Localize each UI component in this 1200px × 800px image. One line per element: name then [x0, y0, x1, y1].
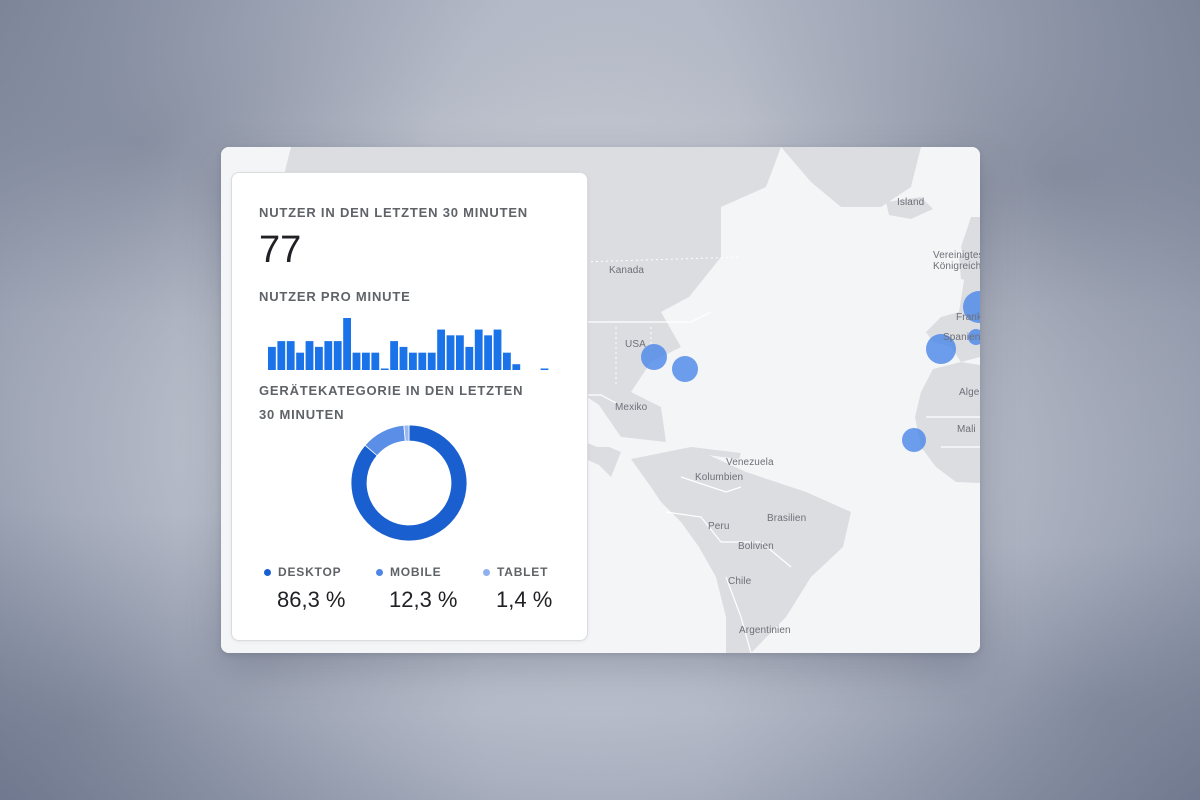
map-label-algeria: Alge [959, 387, 980, 398]
legend-tablet-dot [483, 568, 490, 576]
minute-bar-7[interactable] [324, 341, 333, 370]
users-per-minute-chart[interactable] [268, 318, 550, 370]
map-label-france: Frank [956, 312, 980, 323]
minute-bar-21[interactable] [456, 335, 464, 370]
minute-bar-2[interactable] [277, 341, 286, 370]
minute-bar-4[interactable] [296, 352, 304, 370]
legend-desktop: DESKTOP 86,3 % [264, 565, 346, 613]
device-category-donut[interactable] [349, 423, 469, 543]
minute-bar-18[interactable] [427, 352, 436, 370]
minute-bar-9[interactable] [343, 318, 351, 370]
legend-mobile-value: 12,3 % [389, 587, 458, 612]
minute-bar-10[interactable] [352, 352, 361, 370]
minute-bar-12[interactable] [371, 352, 380, 370]
minute-bar-22[interactable] [465, 346, 474, 370]
map-label-peru: Peru [708, 521, 730, 532]
realtime-widget: Island Vereinigtes Königreich Kanada USA… [221, 147, 980, 653]
realtime-summary-card: NUTZER IN DEN LETZTEN 30 MINUTEN 77 NUTZ… [231, 172, 588, 641]
minute-bar-15[interactable] [399, 346, 408, 370]
legend-mobile-dot [376, 568, 383, 576]
legend-tablet: TABLET 1,4 % [483, 565, 552, 613]
minute-bar-14[interactable] [390, 341, 398, 370]
map-label-mali: Mali [957, 424, 976, 435]
minute-bar-26[interactable] [503, 352, 511, 370]
legend-desktop-dot [264, 568, 271, 576]
minute-bar-25[interactable] [493, 329, 502, 370]
minute-bar-27[interactable] [512, 364, 521, 370]
map-label-island: Island [897, 197, 925, 208]
minute-bar-30[interactable] [540, 368, 549, 371]
minute-bar-1[interactable] [268, 346, 276, 370]
users-per-minute-heading: NUTZER PRO MINUTE [259, 289, 411, 304]
legend-desktop-label: DESKTOP [278, 565, 342, 579]
map-label-usa: USA [625, 339, 646, 350]
legend-desktop-value: 86,3 % [277, 587, 346, 612]
map-label-venezuela: Venezuela [726, 457, 774, 468]
users-30min-heading: NUTZER IN DEN LETZTEN 30 MINUTEN [259, 205, 528, 220]
map-marker-senegal [902, 428, 926, 452]
device-category-heading-1: GERÄTEKATEGORIE IN DEN LETZTEN [259, 383, 524, 398]
legend-mobile-label: MOBILE [390, 565, 442, 579]
minute-bar-16[interactable] [409, 352, 417, 370]
map-label-brazil: Brasilien [767, 513, 807, 524]
map-marker-usa-east [672, 356, 698, 382]
minute-bar-8[interactable] [333, 341, 342, 370]
minute-bar-20[interactable] [446, 335, 455, 370]
map-label-spain: Spanien [943, 332, 980, 343]
minute-bar-3[interactable] [286, 341, 295, 370]
map-label-bolivia: Bolivien [738, 541, 774, 552]
minute-bar-5[interactable] [305, 341, 314, 370]
minute-bar-24[interactable] [484, 335, 492, 370]
minute-bar-6[interactable] [315, 346, 323, 370]
map-label-mexico: Mexiko [615, 402, 648, 413]
users-30min-count: 77 [259, 229, 302, 271]
minute-bar-11[interactable] [362, 352, 370, 370]
device-category-heading-2: 30 MINUTEN [259, 407, 345, 422]
map-label-chile: Chile [728, 576, 752, 587]
minute-bar-17[interactable] [418, 352, 427, 370]
legend-mobile: MOBILE 12,3 % [376, 565, 458, 613]
minute-bar-13[interactable] [380, 368, 389, 371]
minute-bar-23[interactable] [474, 329, 483, 370]
legend-tablet-label: TABLET [497, 565, 549, 579]
map-label-argentina: Argentinien [739, 625, 791, 636]
minute-bar-19[interactable] [437, 329, 445, 370]
map-label-canada: Kanada [609, 265, 645, 276]
legend-tablet-value: 1,4 % [496, 587, 553, 612]
map-label-colombia: Kolumbien [695, 472, 744, 483]
map-label-uk: Vereinigtes Königreich [933, 250, 980, 272]
